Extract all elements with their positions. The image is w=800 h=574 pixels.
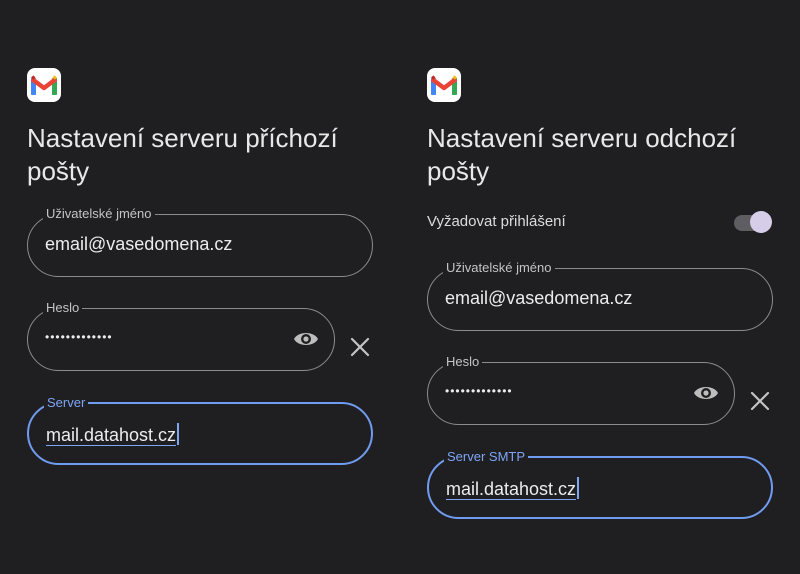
username-value: email@vasedomena.cz	[45, 234, 233, 254]
eye-icon[interactable]	[693, 382, 719, 404]
close-icon[interactable]	[349, 336, 371, 358]
server-field[interactable]: Server mail.datahost.cz	[27, 395, 373, 465]
smtp-server-label: Server SMTP	[444, 449, 529, 464]
smtp-server-field[interactable]: Server SMTP mail.datahost.cz	[427, 449, 773, 519]
smtp-server-input[interactable]: mail.datahost.cz	[446, 477, 580, 500]
close-icon[interactable]	[749, 390, 771, 412]
status-bar	[400, 0, 800, 2]
server-value: mail.datahost.cz	[46, 425, 177, 446]
require-signin-toggle[interactable]	[734, 211, 772, 233]
outgoing-server-panel: Nastavení serveru odchozí pošty Vyžadova…	[400, 0, 800, 574]
username-label: Uživatelské jméno	[43, 206, 155, 221]
password-value: •••••••••••••	[45, 330, 113, 344]
eye-icon[interactable]	[293, 328, 319, 350]
page-title: Nastavení serveru odchozí pošty	[427, 123, 737, 186]
require-signin-row[interactable]: Vyžadovat přihlášení	[427, 208, 773, 236]
smtp-server-value: mail.datahost.cz	[446, 479, 577, 500]
gmail-logo	[27, 68, 61, 102]
page-title: Nastavení serveru příchozí pošty	[27, 123, 338, 186]
password-field[interactable]: Heslo •••••••••••••	[427, 354, 735, 425]
password-value: •••••••••••••	[445, 384, 513, 398]
server-label: Server	[44, 395, 89, 410]
username-value: email@vasedomena.cz	[445, 288, 633, 308]
username-field[interactable]: Uživatelské jméno email@vasedomena.cz	[427, 260, 773, 331]
toggle-thumb	[750, 211, 772, 233]
require-signin-label: Vyžadovat přihlášení	[427, 213, 566, 230]
incoming-server-panel: Nastavení serveru příchozí pošty Uživate…	[0, 0, 400, 574]
text-cursor	[577, 477, 580, 499]
gmail-logo	[427, 68, 461, 102]
text-cursor	[177, 423, 180, 445]
username-label: Uživatelské jméno	[443, 260, 555, 275]
status-bar	[0, 0, 400, 2]
server-input[interactable]: mail.datahost.cz	[46, 423, 180, 446]
password-label: Heslo	[43, 300, 83, 315]
password-field[interactable]: Heslo •••••••••••••	[27, 300, 335, 371]
password-label: Heslo	[443, 354, 483, 369]
username-field[interactable]: Uživatelské jméno email@vasedomena.cz	[27, 206, 373, 277]
